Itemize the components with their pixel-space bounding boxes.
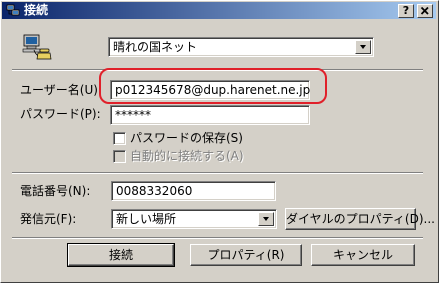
- chevron-down-icon[interactable]: [355, 40, 371, 54]
- auto-connect-checkbox[interactable]: [113, 150, 126, 163]
- window-title: 接続: [24, 3, 49, 17]
- dialup-computer-phone-icon: [22, 34, 52, 60]
- close-button[interactable]: [417, 4, 433, 18]
- password-label: パスワード(P):: [20, 107, 101, 121]
- chevron-down-icon[interactable]: [258, 212, 274, 226]
- dial-from-select[interactable]: 新しい場所: [111, 209, 277, 229]
- title-bar[interactable]: 接続 ?: [2, 2, 436, 19]
- dial-from-label: 発信元(F):: [20, 212, 77, 226]
- dialing-properties-button[interactable]: ダイヤルのプロパティ(D)...: [285, 208, 435, 230]
- network-connection-icon: [6, 4, 20, 16]
- connection-select-value: 晴れの国ネット: [113, 40, 198, 54]
- password-value: ******: [115, 108, 151, 122]
- dial-from-value: 新しい場所: [116, 212, 177, 226]
- save-password-checkbox[interactable]: [113, 132, 126, 145]
- username-highlight: [99, 68, 327, 104]
- connect-button[interactable]: 接続: [67, 243, 175, 267]
- phone-field[interactable]: 0088332060: [111, 181, 276, 201]
- username-label: ユーザー名(U):: [20, 83, 102, 97]
- phone-value: 0088332060: [116, 184, 193, 198]
- password-field[interactable]: ******: [110, 105, 310, 125]
- properties-button[interactable]: プロパティ(R): [190, 244, 302, 266]
- save-password-label[interactable]: パスワードの保存(S): [130, 131, 243, 145]
- phone-label: 電話番号(N):: [20, 184, 91, 198]
- auto-connect-label: 自動的に接続する(A): [130, 149, 244, 163]
- cancel-button[interactable]: キャンセル: [311, 244, 415, 266]
- help-button[interactable]: ?: [398, 4, 414, 18]
- separator-bottom: [12, 237, 423, 239]
- separator-middle: [12, 172, 423, 174]
- close-icon: [420, 6, 429, 15]
- connection-select[interactable]: 晴れの国ネット: [108, 37, 374, 57]
